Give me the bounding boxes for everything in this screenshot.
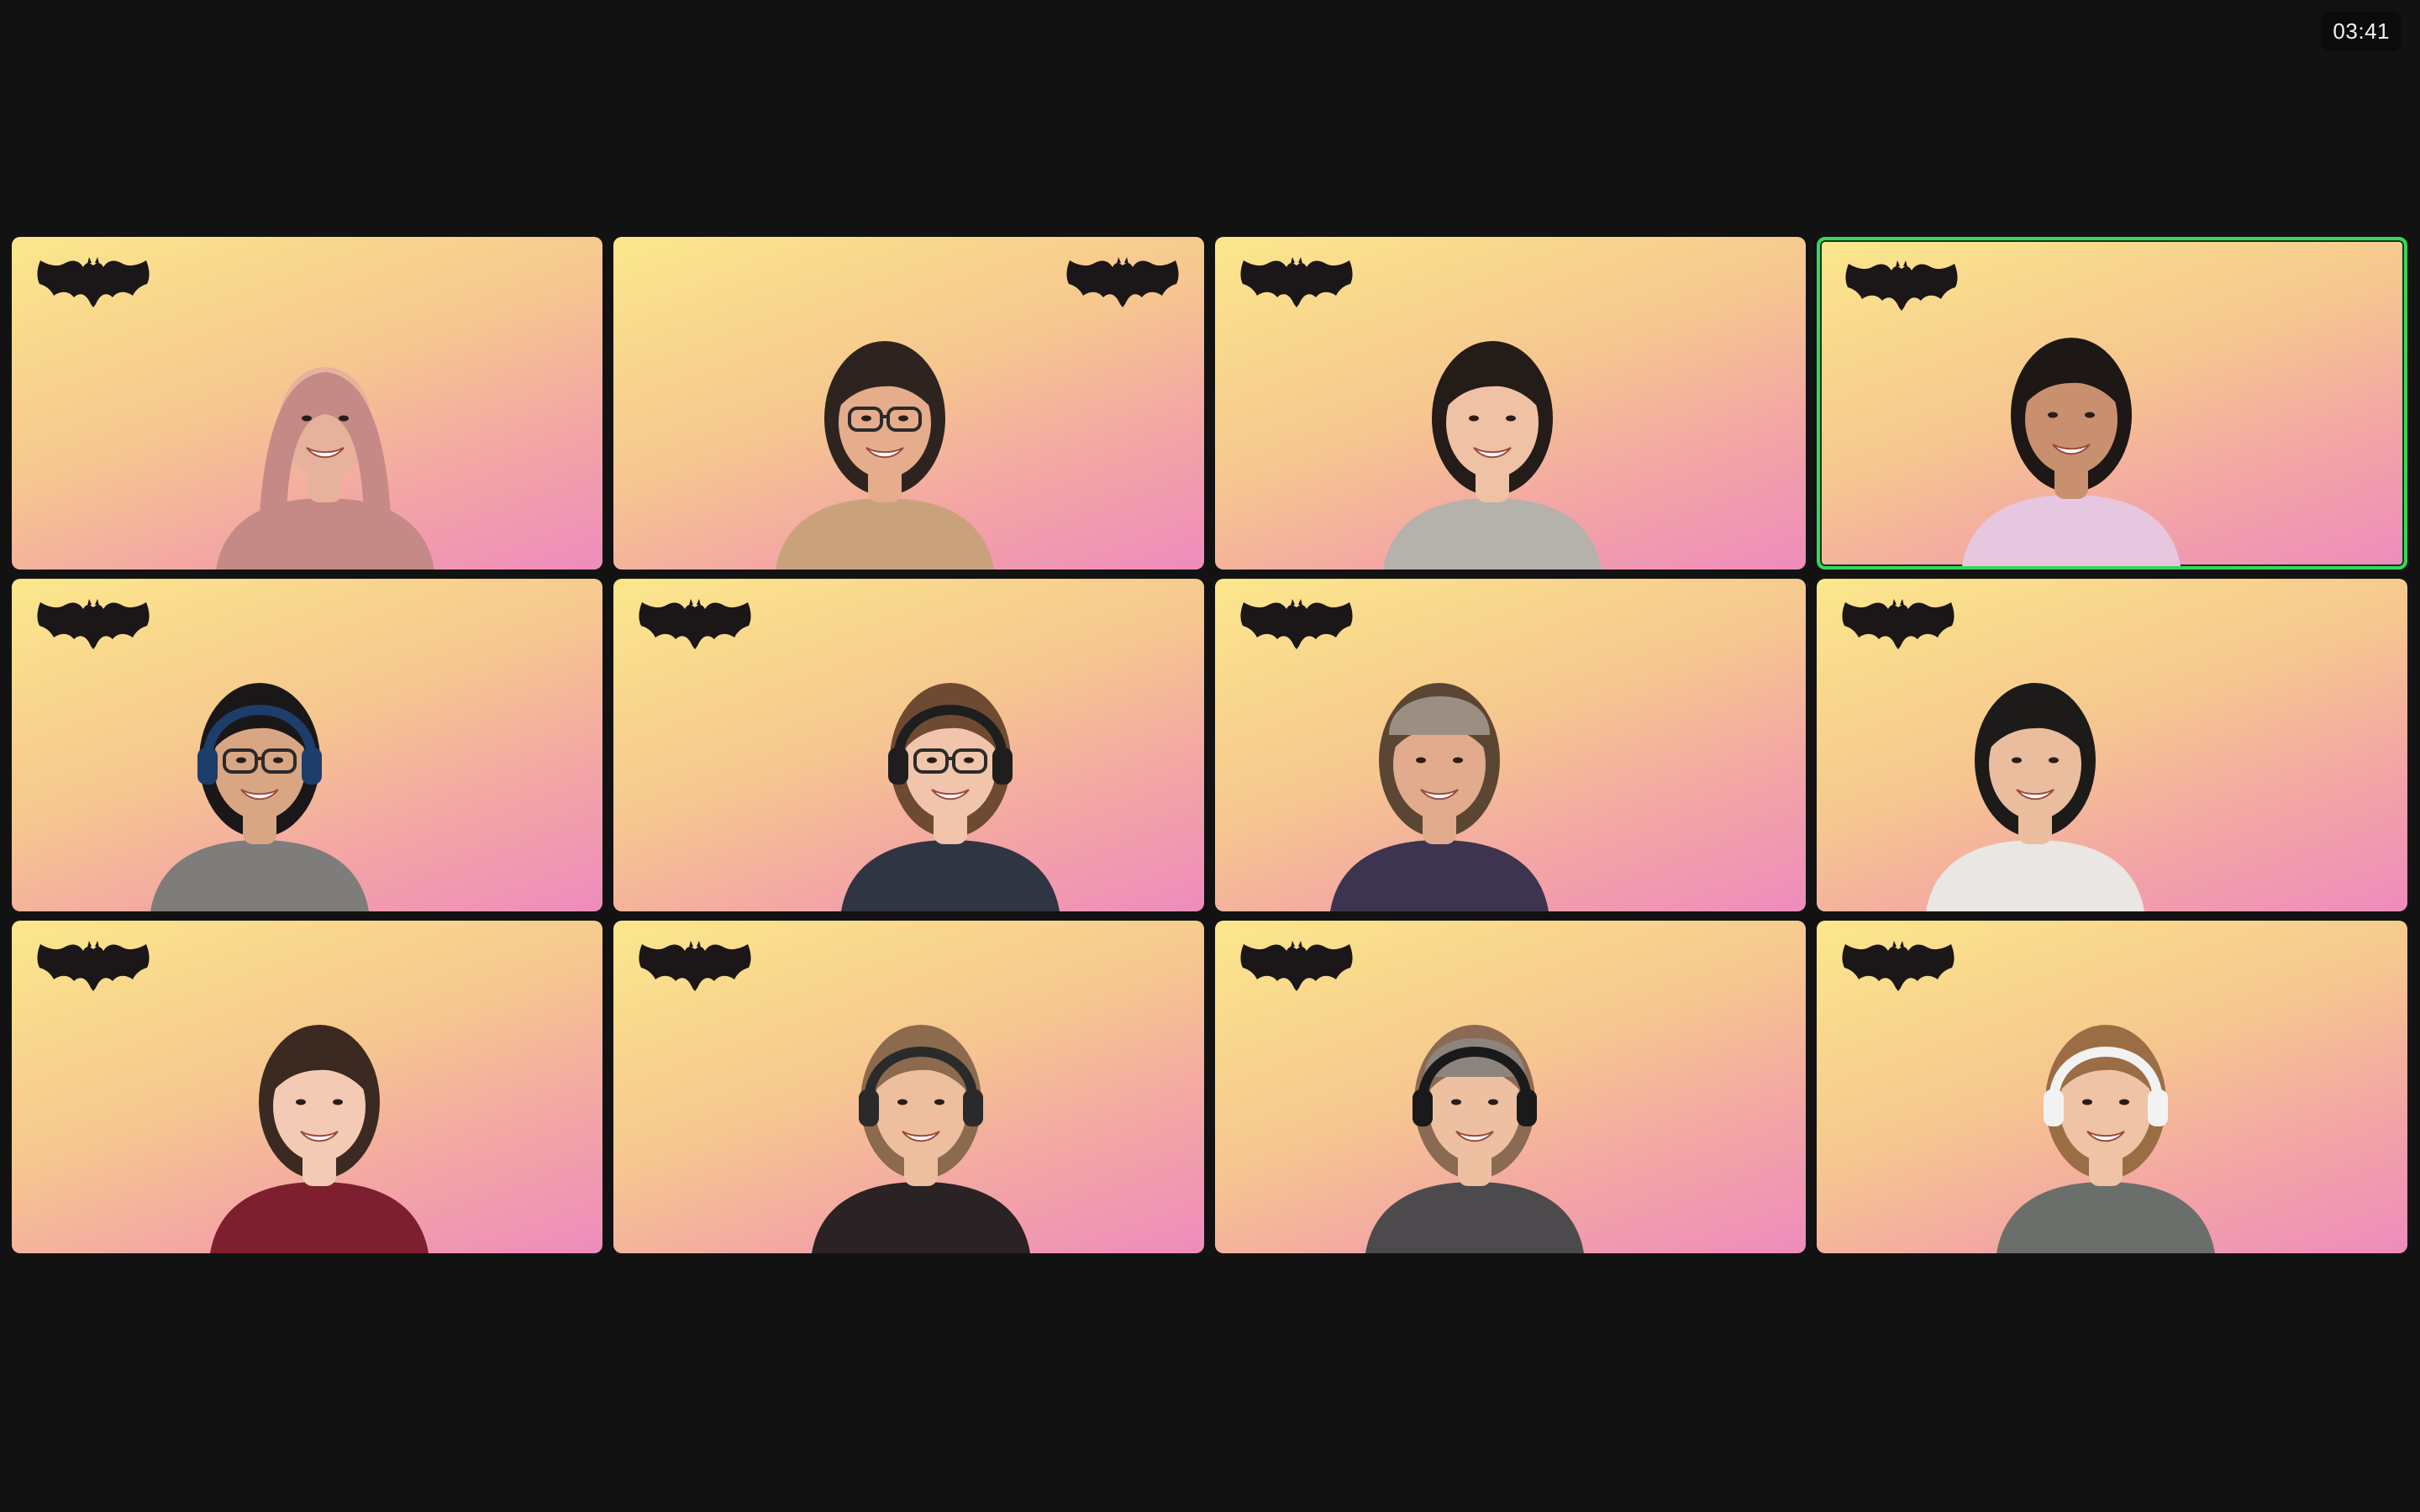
participant-video — [750, 292, 1019, 570]
bat-icon — [34, 255, 153, 309]
meeting-gallery-view: 03:41 — [0, 0, 2420, 1512]
participant-video — [185, 976, 454, 1253]
participant-video — [1340, 976, 1609, 1253]
participant-tile[interactable] — [613, 921, 1204, 1253]
participant-video — [1305, 634, 1574, 911]
meeting-timer: 03:41 — [2321, 12, 2402, 51]
participant-tile[interactable] — [1215, 579, 1806, 911]
active-speaker-tile[interactable] — [1817, 237, 2407, 570]
bat-icon — [1063, 255, 1182, 309]
bat-icon — [1237, 939, 1356, 993]
participant-tile[interactable] — [12, 921, 602, 1253]
participant-video — [786, 976, 1055, 1253]
participant-video — [816, 634, 1085, 911]
participant-video — [1358, 292, 1627, 570]
bat-icon — [635, 939, 755, 993]
participant-tile[interactable] — [12, 237, 602, 570]
participant-grid — [12, 237, 2407, 1253]
bat-icon — [34, 939, 153, 993]
bat-icon — [635, 597, 755, 651]
participant-tile[interactable] — [1817, 579, 2407, 911]
participant-tile[interactable] — [1215, 921, 1806, 1253]
participant-video — [1937, 289, 2206, 566]
participant-video — [191, 292, 460, 570]
participant-tile[interactable] — [613, 237, 1204, 570]
participant-tile[interactable] — [12, 579, 602, 911]
participant-tile[interactable] — [613, 579, 1204, 911]
participant-video — [1901, 634, 2170, 911]
participant-video — [125, 634, 394, 911]
bat-icon — [1839, 939, 1958, 993]
participant-tile[interactable] — [1817, 921, 2407, 1253]
participant-tile[interactable] — [1215, 237, 1806, 570]
participant-video — [1971, 976, 2240, 1253]
bat-icon — [1237, 255, 1356, 309]
